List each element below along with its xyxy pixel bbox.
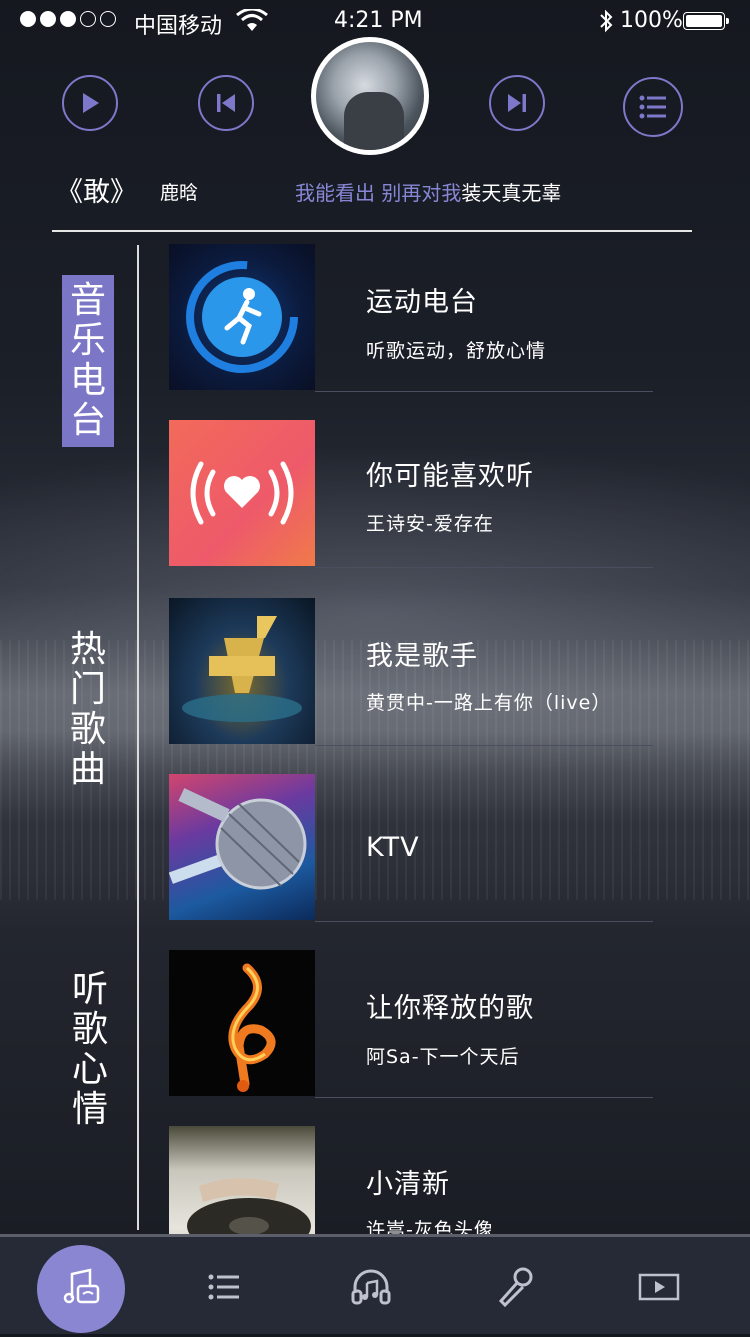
tab-video[interactable] <box>614 1237 704 1337</box>
list-item[interactable]: 我是歌手 黄贯中-一路上有你（live） <box>169 598 653 746</box>
list-separator <box>315 391 653 392</box>
lyric-rest: 装天真无辜 <box>461 181 562 205</box>
list-item-title: 让你释放的歌 <box>366 993 534 1024</box>
music-note-icon <box>63 1268 100 1304</box>
list-item[interactable]: 小清新 许嵩-灰色头像 <box>169 1126 653 1234</box>
list-item-subtitle: 听歌运动，舒放心情 <box>366 340 547 362</box>
list-item[interactable]: 让你释放的歌 阿Sa-下一个天后 <box>169 950 653 1098</box>
list-item-subtitle: 许嵩-灰色头像 <box>366 1219 494 1234</box>
wifi-icon <box>236 9 268 31</box>
list-separator <box>315 745 653 746</box>
ktv-thumbnail <box>169 774 315 920</box>
list-item-title: 小清新 <box>366 1169 450 1200</box>
song-artist: 鹿晗 <box>160 182 199 204</box>
previous-button[interactable] <box>198 75 254 131</box>
singer-show-thumbnail <box>169 598 315 744</box>
stage-logo-icon <box>182 616 302 722</box>
lyric-line: 我能看出 别再对我装天真无辜 <box>295 177 561 206</box>
playlist-icon <box>639 95 666 119</box>
nav-item-music-radio[interactable]: 音 乐 电 台 <box>62 275 114 447</box>
video-play-icon <box>638 1273 680 1301</box>
list-item-subtitle: 黄贯中-一路上有你（live） <box>366 692 612 714</box>
next-button[interactable] <box>489 75 545 131</box>
tab-headphones[interactable] <box>326 1237 416 1337</box>
recommend-thumbnail <box>169 420 315 566</box>
status-bar: 中国移动 4:21 PM 100% <box>0 0 750 40</box>
list-item-title: KTV <box>366 832 420 863</box>
lyric-highlight: 我能看出 别再对我 <box>295 181 462 205</box>
list-item[interactable]: 运动电台 听歌运动，舒放心情 <box>169 244 653 392</box>
fresh-songs-thumbnail <box>169 1126 315 1234</box>
list-separator <box>315 567 653 568</box>
playlist-button[interactable] <box>623 77 683 137</box>
bluetooth-icon <box>600 9 613 33</box>
nav-divider <box>137 245 139 1230</box>
sport-radio-thumbnail <box>169 244 315 390</box>
nav-item-hot-songs[interactable]: 热 门 歌 曲 <box>62 630 114 790</box>
battery-icon <box>683 12 729 30</box>
battery-percent: 100% <box>620 8 683 33</box>
divider <box>52 230 692 232</box>
play-icon <box>83 93 99 113</box>
list-separator <box>315 1097 653 1098</box>
list-icon <box>208 1274 239 1300</box>
list-separator <box>315 921 653 922</box>
skip-previous-icon <box>217 94 235 112</box>
tab-list[interactable] <box>180 1237 270 1337</box>
microphone-icon <box>498 1267 533 1308</box>
signal-strength-icon <box>20 11 116 27</box>
list-item-subtitle: 王诗安-爱存在 <box>366 513 494 535</box>
release-songs-thumbnail <box>169 950 315 1096</box>
headphones-icon <box>351 1269 391 1305</box>
skip-next-icon <box>508 94 526 112</box>
list-item-title: 你可能喜欢听 <box>366 461 534 492</box>
microphone-thumbnail-icon <box>169 788 307 890</box>
tab-music[interactable] <box>36 1237 126 1337</box>
bottom-tab-bar <box>0 1234 750 1334</box>
play-button[interactable] <box>62 75 118 131</box>
list-item-title: 运动电台 <box>366 287 478 318</box>
running-icon <box>186 261 298 373</box>
nav-item-mood[interactable]: 听 歌 心 情 <box>64 970 116 1130</box>
flaming-treble-clef-icon <box>228 963 276 1092</box>
list-item[interactable]: 你可能喜欢听 王诗安-爱存在 <box>169 420 653 568</box>
clock: 4:21 PM <box>334 8 423 33</box>
list-item[interactable]: KTV <box>169 774 653 922</box>
heart-broadcast-icon <box>190 461 294 525</box>
vinyl-hand-icon <box>187 1177 311 1234</box>
album-cover-avatar[interactable] <box>311 37 429 155</box>
list-item-subtitle: 阿Sa-下一个天后 <box>366 1046 520 1068</box>
list-item-title: 我是歌手 <box>366 641 478 672</box>
carrier-name: 中国移动 <box>134 14 223 39</box>
song-title: 《敢》 <box>56 177 137 208</box>
tab-karaoke[interactable] <box>470 1237 560 1337</box>
